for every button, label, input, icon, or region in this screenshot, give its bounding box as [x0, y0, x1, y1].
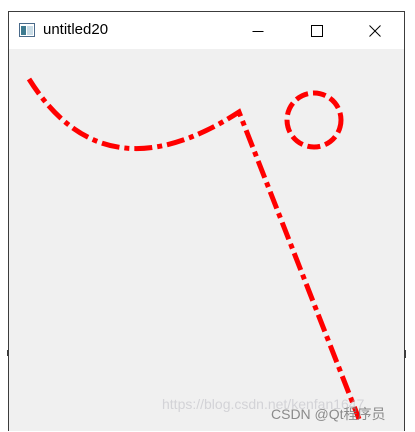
app-window: untitled20	[8, 11, 405, 431]
minimize-icon	[252, 30, 264, 32]
close-icon	[369, 24, 381, 37]
minimize-button[interactable]	[235, 12, 281, 49]
maximize-icon	[311, 24, 323, 37]
left-edge-mark	[7, 350, 9, 356]
watermark-brand: CSDN @Qt程序员	[271, 406, 386, 422]
right-edge-mark	[404, 350, 406, 358]
title-bar[interactable]: untitled20	[9, 12, 404, 49]
app-icon	[19, 23, 35, 37]
dashed-curve	[26, 77, 362, 420]
client-area	[9, 49, 404, 431]
dashed-circle	[284, 90, 344, 150]
window-title: untitled20	[43, 21, 109, 38]
maximize-button[interactable]	[294, 12, 340, 49]
drawing-canvas	[26, 77, 362, 420]
close-button[interactable]	[352, 12, 398, 49]
